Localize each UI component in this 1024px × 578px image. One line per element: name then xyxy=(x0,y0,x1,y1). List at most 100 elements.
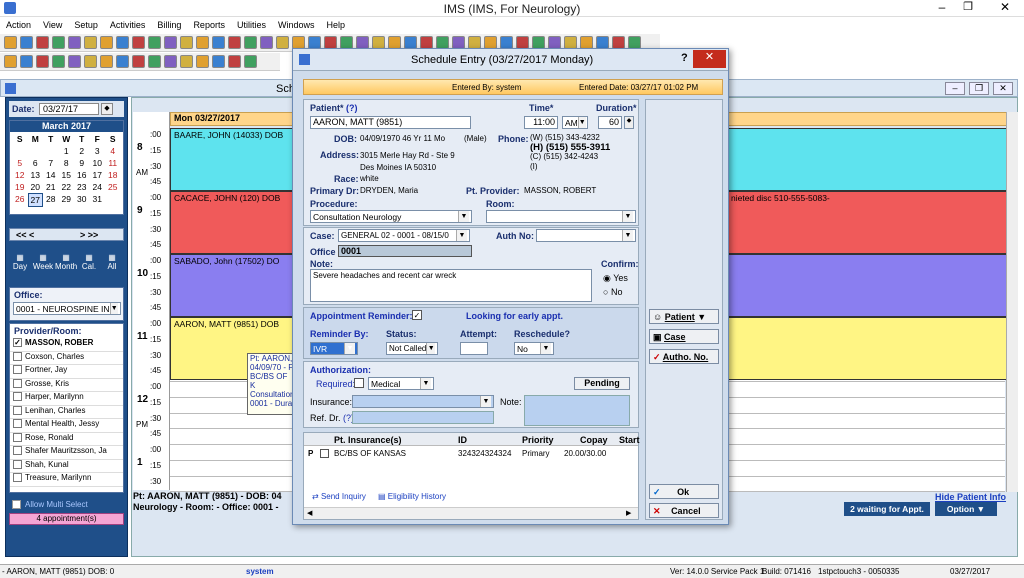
menu-item-utilities[interactable]: Utilities xyxy=(237,20,266,30)
calendar-day[interactable]: 14 xyxy=(43,169,59,181)
provider-item[interactable]: ✓ MASSON, ROBER xyxy=(10,338,123,352)
provider-item[interactable]: Fortner, Jay xyxy=(10,365,123,379)
insurance-hscrollbar[interactable]: ◀ ▶ xyxy=(304,507,638,519)
menu-item-reports[interactable]: Reports xyxy=(193,20,225,30)
minimize-button[interactable]: – xyxy=(932,0,952,16)
insurance-select[interactable]: ▼ xyxy=(352,395,494,408)
provider-checkbox[interactable] xyxy=(13,365,22,375)
patient-help-link[interactable]: (?) xyxy=(346,103,358,113)
calendar-day[interactable]: 19 xyxy=(12,181,28,193)
provider-item[interactable]: Shah, Kunal xyxy=(10,459,123,473)
toolbar-icon[interactable] xyxy=(196,55,209,68)
provider-checkbox[interactable] xyxy=(13,446,22,456)
provider-checkbox[interactable] xyxy=(13,459,22,469)
child-close-button[interactable]: ✕ xyxy=(993,82,1013,95)
calendar-day[interactable]: 16 xyxy=(74,169,90,181)
schedule-scrollbar[interactable] xyxy=(1006,112,1018,492)
calendar-next-button[interactable]: > >> xyxy=(80,230,98,240)
required-checkbox[interactable] xyxy=(354,378,364,388)
view-cal[interactable]: ▦ Cal. xyxy=(78,253,100,271)
provider-checkbox[interactable] xyxy=(13,351,22,361)
toolbar-icon[interactable] xyxy=(228,36,241,49)
insurance-row[interactable]: P BC/BS OF KANSAS 324324324324 Primary 2… xyxy=(304,446,638,460)
room-select[interactable]: ▼ xyxy=(486,210,636,223)
calendar-day[interactable]: 15 xyxy=(59,169,75,181)
calendar-day[interactable] xyxy=(12,145,28,157)
provider-item[interactable]: Harper, Marilynn xyxy=(10,392,123,406)
toolbar-icon[interactable] xyxy=(196,36,209,49)
reminder-checkbox[interactable]: ✓ xyxy=(412,310,422,320)
reminder-by-select[interactable]: IVR ▼ xyxy=(310,342,358,355)
provider-item[interactable]: Rose, Ronald xyxy=(10,432,123,446)
time-input[interactable]: 11:00 xyxy=(524,116,558,129)
provider-checkbox[interactable] xyxy=(13,405,22,415)
toolbar-icon[interactable] xyxy=(244,55,257,68)
calendar-day[interactable]: 6 xyxy=(28,157,44,169)
menu-item-billing[interactable]: Billing xyxy=(157,20,181,30)
calendar-day[interactable]: 30 xyxy=(74,193,90,207)
child-minimize-button[interactable]: – xyxy=(945,82,965,95)
calendar-day[interactable]: 28 xyxy=(43,193,59,207)
scroll-right-icon[interactable]: ▶ xyxy=(626,509,631,517)
cancel-button[interactable]: ✕ Cancel xyxy=(649,503,719,518)
provider-item[interactable]: Grosse, Kris xyxy=(10,378,123,392)
close-button[interactable]: ✕ xyxy=(986,0,1024,16)
note-textarea[interactable]: Severe headaches and recent car wreck xyxy=(310,269,592,302)
menu-item-windows[interactable]: Windows xyxy=(278,20,315,30)
calendar-day[interactable]: 2 xyxy=(74,145,90,157)
procedure-select[interactable]: Consultation Neurology ▼ xyxy=(310,210,472,223)
duration-spinner[interactable]: ◆ xyxy=(624,116,634,129)
calendar-day[interactable]: 9 xyxy=(74,157,90,169)
case-button[interactable]: ▣ Case xyxy=(649,329,719,344)
toolbar-icon[interactable] xyxy=(228,55,241,68)
toolbar-icon[interactable] xyxy=(116,36,129,49)
case-select[interactable]: GENERAL 02 - 0001 - 08/15/0 ▼ xyxy=(338,229,470,242)
calendar-day[interactable]: 31 xyxy=(90,193,106,207)
calendar-day[interactable]: 24 xyxy=(90,181,106,193)
toolbar-icon[interactable] xyxy=(212,55,225,68)
send-inquiry-link[interactable]: ⇄ Send Inquiry xyxy=(312,492,366,501)
toolbar-icon[interactable] xyxy=(180,55,193,68)
menu-item-setup[interactable]: Setup xyxy=(74,20,98,30)
toolbar-icon[interactable] xyxy=(84,36,97,49)
view-month[interactable]: ▦ Month xyxy=(55,253,77,271)
calendar-day[interactable]: 23 xyxy=(74,181,90,193)
toolbar-icon[interactable] xyxy=(116,55,129,68)
calendar-day[interactable] xyxy=(105,193,121,207)
calendar-day[interactable]: 11 xyxy=(105,157,121,169)
calendar-day[interactable]: 21 xyxy=(43,181,59,193)
auth-no-select[interactable]: ▼ xyxy=(536,229,636,242)
calendar-day[interactable]: 1 xyxy=(59,145,75,157)
reschedule-select[interactable]: No ▼ xyxy=(514,342,554,355)
provider-checkbox[interactable]: ✓ xyxy=(13,338,22,348)
pending-button[interactable]: Pending xyxy=(574,377,630,390)
calendar-day[interactable]: 12 xyxy=(12,169,28,181)
scroll-left-icon[interactable]: ◀ xyxy=(307,509,312,517)
confirm-yes-radio[interactable]: ◉ Yes xyxy=(603,273,628,284)
waiting-for-appt-button[interactable]: 2 waiting for Appt. xyxy=(844,502,930,516)
autho-no-button[interactable]: ✓ Autho. No. xyxy=(649,349,719,364)
status-select[interactable]: Not Called ▼ xyxy=(386,342,438,355)
toolbar-icon[interactable] xyxy=(132,55,145,68)
patient-input[interactable]: AARON, MATT (9851) xyxy=(310,116,471,129)
office-select[interactable]: 0001 - NEUROSPINE IN ▼ xyxy=(13,302,121,315)
provider-checkbox[interactable] xyxy=(13,432,22,442)
toolbar-icon[interactable] xyxy=(36,36,49,49)
calendar-day[interactable]: 4 xyxy=(105,145,121,157)
restore-button[interactable]: ❐ xyxy=(958,0,978,16)
provider-item[interactable]: Mental Health, Jessy xyxy=(10,419,123,433)
auth-note-input[interactable] xyxy=(524,395,630,426)
toolbar-icon[interactable] xyxy=(68,36,81,49)
toolbar-icon[interactable] xyxy=(260,36,273,49)
provider-checkbox[interactable] xyxy=(13,378,22,388)
toolbar-icon[interactable] xyxy=(212,36,225,49)
toolbar-icon[interactable] xyxy=(244,36,257,49)
calendar-day[interactable]: 26 xyxy=(12,193,28,207)
calendar-day[interactable]: 3 xyxy=(90,145,106,157)
menu-item-help[interactable]: Help xyxy=(326,20,345,30)
toolbar-icon[interactable] xyxy=(36,55,49,68)
calendar-day[interactable] xyxy=(28,145,44,157)
confirm-no-radio[interactable]: ○ No xyxy=(603,287,622,297)
toolbar-icon[interactable] xyxy=(100,55,113,68)
menu-item-action[interactable]: Action xyxy=(6,20,31,30)
